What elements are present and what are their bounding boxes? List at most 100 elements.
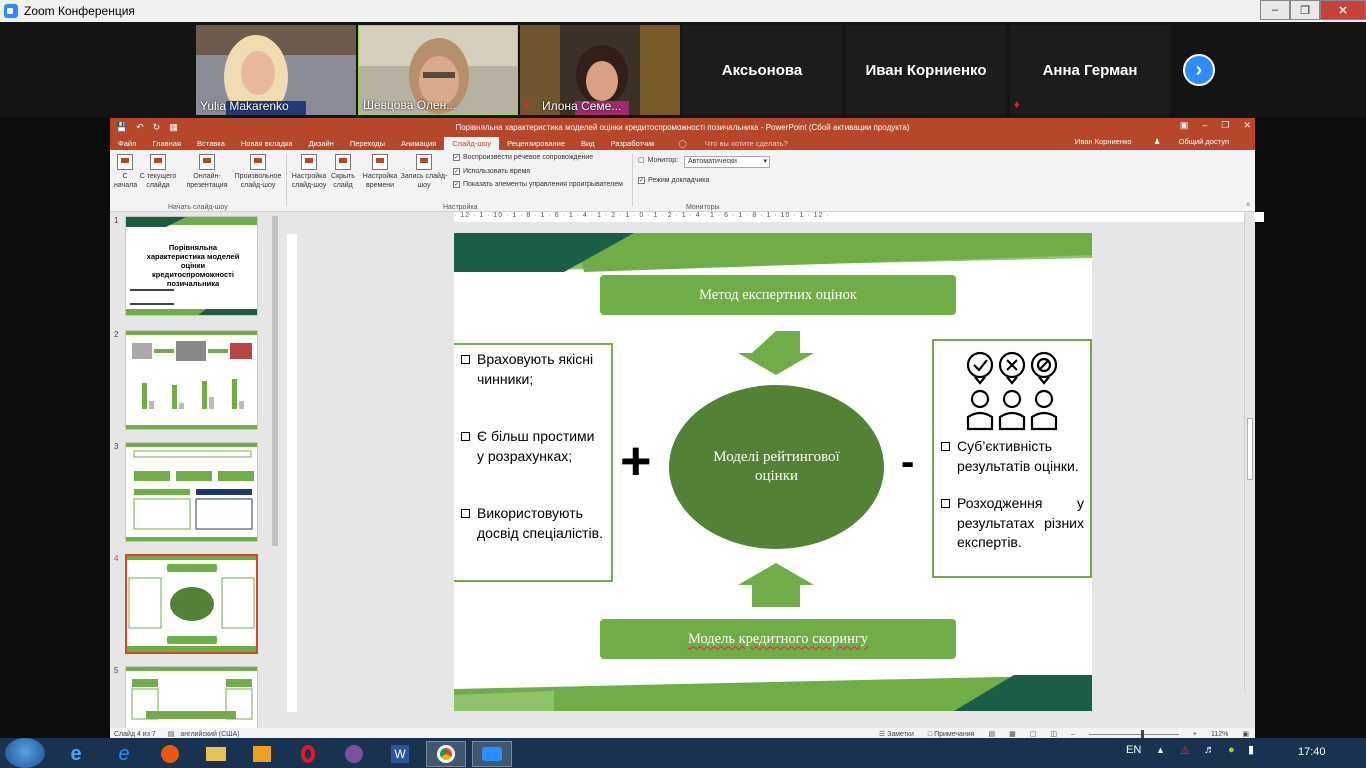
cons-textbox[interactable]: Суб’єктивність результатів оцінки. Розхо…	[932, 339, 1092, 578]
signal-icon[interactable]: ▮	[1248, 743, 1254, 756]
zoom-in-icon[interactable]: +	[1193, 731, 1197, 738]
taskbar-ie[interactable]: e	[56, 741, 96, 767]
restore-icon[interactable]: ❐	[1221, 120, 1229, 131]
custom-show-button[interactable]: Произвольное слайд-шоу	[232, 154, 284, 190]
up-arrow-icon	[738, 563, 814, 607]
tray-expand-icon[interactable]: ▲	[1156, 745, 1165, 755]
participant-tile-2[interactable]: Иван Корниенко	[846, 25, 1006, 115]
start-button[interactable]	[5, 738, 45, 768]
language-indicator[interactable]: английский (США)	[180, 731, 239, 738]
tab-view[interactable]: Вид	[573, 139, 603, 150]
participant-video-3[interactable]: ♦ Илона Семе...	[520, 25, 680, 115]
expert-method-box[interactable]: Метод експертних оцінок	[600, 275, 956, 315]
taskbar-zoom[interactable]	[472, 741, 512, 767]
participant-tile-1[interactable]: Аксьонова	[682, 25, 842, 115]
notes-button[interactable]: ☰ Заметки	[879, 730, 914, 738]
minimize-icon[interactable]: –	[1202, 120, 1207, 131]
participant-video-2[interactable]: Шевцова Олен...	[358, 25, 518, 115]
participant-name: Шевцова Олен...	[363, 98, 457, 112]
slide-thumbnail-3[interactable]	[125, 442, 258, 542]
taskbar-edge[interactable]: e	[104, 741, 144, 767]
from-current-button[interactable]: С текущего слайда	[138, 154, 178, 190]
maximize-button[interactable]: ❐	[1290, 0, 1320, 20]
ribbon-display-icon[interactable]: ▣	[1180, 120, 1189, 131]
slide-thumbnail-1[interactable]: Порівняльна характеристика моделей оцінк…	[125, 216, 258, 316]
status-right: ☰ Заметки □ Примечания ▤ ▦ ▢ ◫ – + 112% …	[879, 729, 1249, 739]
tab-slideshow[interactable]: Слайд-шоу	[444, 137, 500, 150]
taskbar-opera[interactable]	[288, 741, 328, 767]
slide-thumbnail-5[interactable]	[125, 666, 258, 728]
editor-scrollbar[interactable]	[1244, 212, 1254, 692]
participant-video-1[interactable]: Yulia Makarenko	[196, 25, 356, 115]
hide-slide-button[interactable]: Скрыть слайд	[330, 154, 356, 190]
scrollbar-thumb[interactable]	[1247, 418, 1253, 480]
start-slideshow-icon[interactable]: ▦	[169, 122, 178, 133]
checkbox-bullet-icon	[941, 499, 950, 508]
slide-thumbnail-4-selected[interactable]	[125, 554, 258, 654]
record-show-button[interactable]: Запись слайд-шоу	[400, 154, 448, 190]
taskbar-chrome[interactable]	[426, 741, 466, 767]
rating-models-ellipse[interactable]: Моделі рейтингової оцінки	[669, 385, 884, 549]
close-button[interactable]: ✕	[1320, 0, 1366, 20]
cons-item-1: Суб’єктивність результатів оцінки.	[941, 437, 1084, 476]
language-indicator[interactable]: EN	[1126, 744, 1141, 756]
tab-insert[interactable]: Вставка	[189, 139, 233, 150]
from-start-button[interactable]: С начала	[114, 154, 137, 190]
timings-checkbox[interactable]: ✓ Использовать время	[453, 168, 530, 175]
pros-textbox[interactable]: Враховують якісні чинники; Є більш прост…	[454, 343, 613, 582]
slide-thumbnail-2[interactable]	[125, 330, 258, 430]
zoom-level[interactable]: 112%	[1211, 731, 1228, 738]
mouse-cursor-icon	[520, 648, 526, 660]
player-controls-checkbox[interactable]: ✓ Показать элементы управления проигрыват…	[453, 181, 623, 188]
participant-tile-3[interactable]: Анна Герман ♦	[1010, 25, 1170, 115]
user-area[interactable]: Иван Корниенко ♟ Общий доступ	[1059, 137, 1245, 148]
comments-button[interactable]: □ Примечания	[928, 731, 975, 738]
collapse-ribbon-icon[interactable]: ˄	[1246, 202, 1250, 209]
chevron-down-icon: ▾	[763, 158, 767, 165]
network-warning-icon[interactable]: ⚠	[1180, 744, 1190, 757]
tab-new[interactable]: Новая вкладка	[233, 139, 301, 150]
next-page-button[interactable]: ›	[1183, 54, 1215, 86]
tab-home[interactable]: Главная	[144, 139, 189, 150]
redo-icon[interactable]: ↻	[153, 122, 161, 133]
zoom-slider[interactable]	[1088, 729, 1179, 739]
normal-view-icon[interactable]: ▤	[988, 730, 995, 738]
online-present-button[interactable]: Онлайн-презентация	[184, 154, 230, 190]
undo-icon[interactable]: ↶	[136, 122, 144, 133]
mic-muted-icon: ♦	[1014, 99, 1020, 111]
taskbar-media[interactable]	[242, 741, 282, 767]
taskbar-viber[interactable]	[334, 741, 374, 767]
tab-transitions[interactable]: Переходы	[342, 139, 393, 150]
credit-scoring-box[interactable]: Модель кредитного скорингу	[600, 619, 956, 659]
setup-show-button[interactable]: Настройка слайд-шоу	[290, 154, 328, 190]
reading-view-icon[interactable]: ▢	[1030, 730, 1037, 738]
clock[interactable]: 17:40	[1298, 746, 1326, 758]
taskbar-explorer[interactable]	[196, 741, 236, 767]
experts-icon	[966, 351, 1058, 431]
spellcheck-icon[interactable]: ▤	[168, 730, 175, 738]
slideshow-view-icon[interactable]: ◫	[1050, 730, 1057, 738]
rehearse-timings-button[interactable]: Настройка времени	[362, 154, 398, 190]
minimize-button[interactable]: –	[1260, 0, 1290, 20]
tab-animation[interactable]: Анимация	[393, 139, 444, 150]
fit-to-window-icon[interactable]: ▣	[1242, 730, 1249, 738]
sorter-view-icon[interactable]: ▦	[1009, 730, 1016, 738]
tab-review[interactable]: Рецензирование	[499, 139, 573, 150]
volume-icon[interactable]: ♬	[1204, 744, 1215, 756]
scrollbar-thumb[interactable]	[272, 216, 278, 546]
narration-checkbox[interactable]: ✓ Воспроизвести речевое сопровождение	[453, 154, 593, 161]
tab-design[interactable]: Дизайн	[301, 139, 342, 150]
taskbar-firefox[interactable]	[150, 741, 190, 767]
taskbar-word[interactable]: W	[380, 741, 420, 767]
slide-canvas[interactable]: Метод експертних оцінок Модель кредитног…	[454, 233, 1092, 711]
tell-me-search[interactable]: ◯ Что вы хотите сделать?	[662, 139, 803, 150]
monitor-select[interactable]: Автоматически ▾	[684, 156, 770, 168]
close-icon[interactable]: ✕	[1243, 120, 1251, 131]
save-icon[interactable]: 💾	[116, 122, 127, 133]
zoom-out-icon[interactable]: –	[1071, 731, 1075, 738]
tab-developer[interactable]: Разработчик	[603, 139, 663, 150]
app-tray-icon[interactable]: ●	[1228, 744, 1235, 756]
tab-file[interactable]: Файл	[110, 139, 144, 150]
presenter-view-checkbox[interactable]: ✓ Режим докладчика	[638, 177, 709, 184]
thumbnails-scrollbar[interactable]	[271, 212, 279, 634]
